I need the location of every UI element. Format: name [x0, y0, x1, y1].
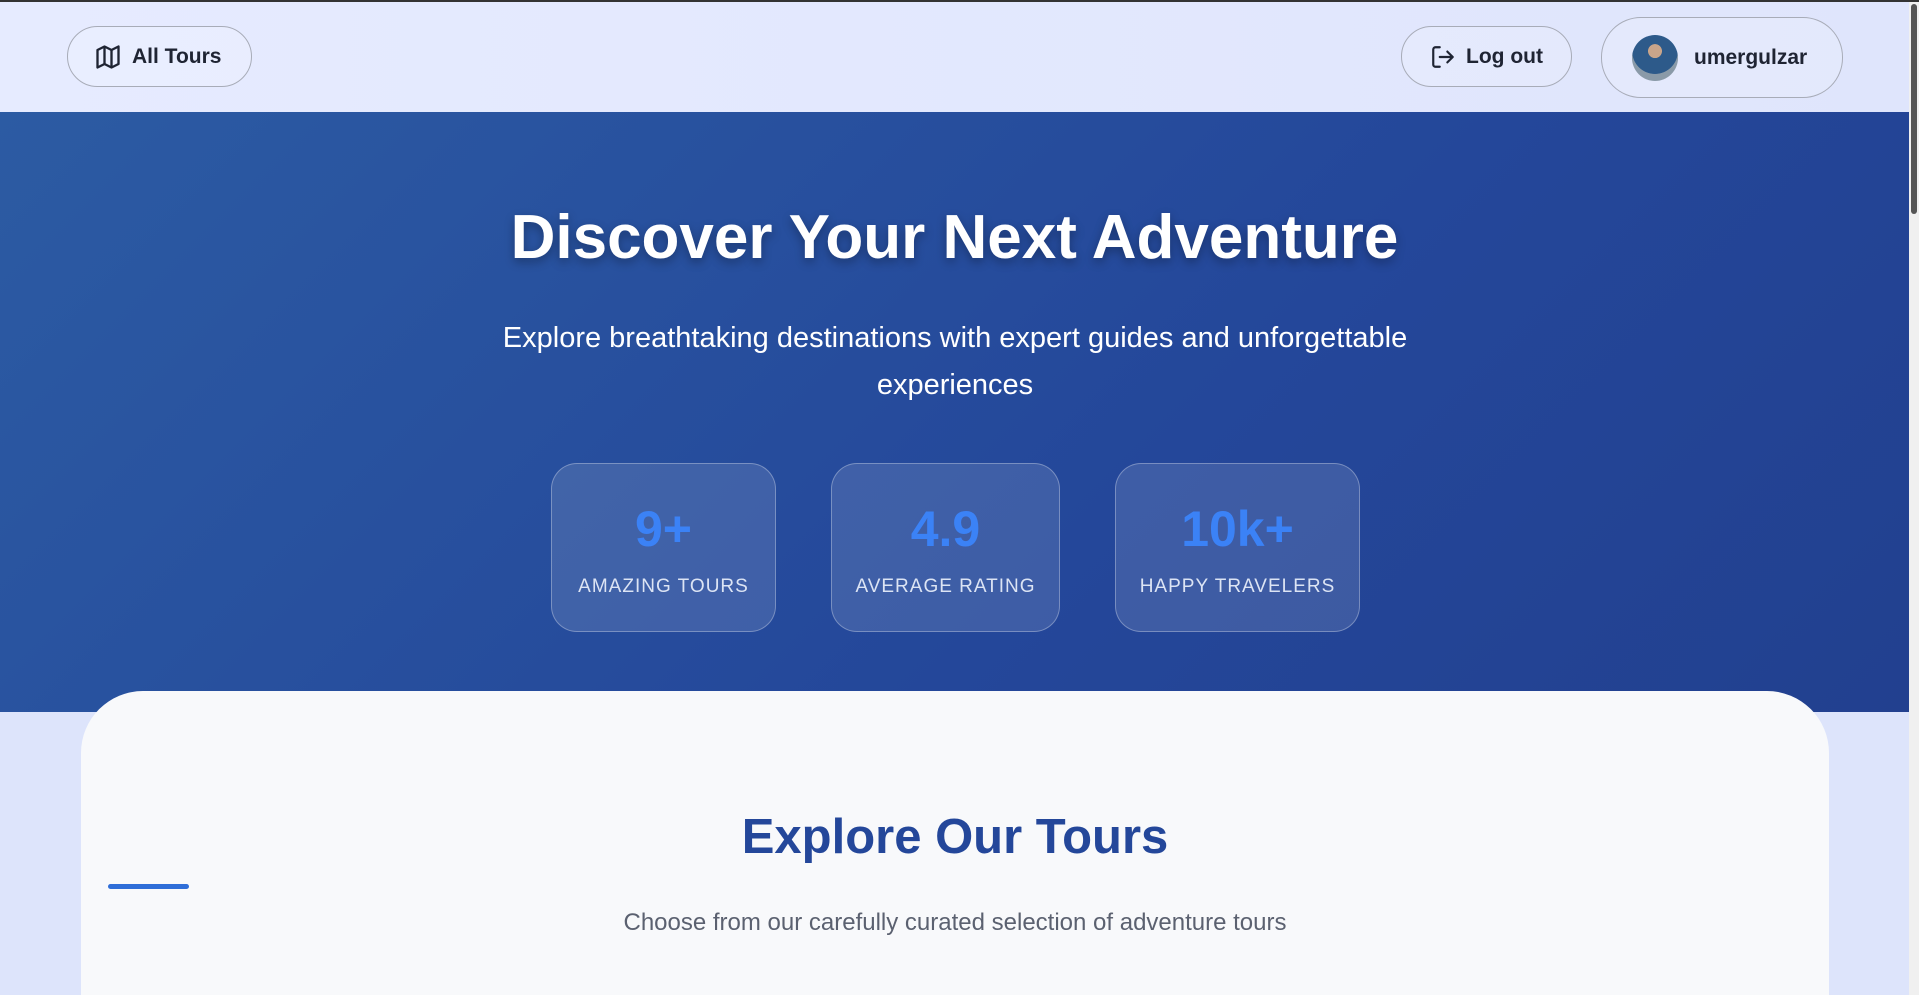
logout-icon: [1432, 45, 1454, 68]
scrollbar-thumb[interactable]: [1911, 4, 1917, 214]
scrollbar[interactable]: [1909, 2, 1919, 995]
map-icon: [96, 44, 120, 69]
username-label: umergulzar: [1694, 45, 1808, 69]
stat-card: 10k+ HAPPY TRAVELERS: [1115, 463, 1360, 632]
all-tours-label: All Tours: [132, 44, 222, 68]
all-tours-button[interactable]: All Tours: [67, 26, 252, 87]
avatar: [1632, 34, 1678, 81]
logout-button[interactable]: Log out: [1401, 26, 1572, 87]
tours-section: Explore Our Tours Choose from our carefu…: [81, 691, 1829, 995]
stat-card: 4.9 AVERAGE RATING: [831, 463, 1060, 632]
logout-label: Log out: [1466, 44, 1543, 68]
stat-card: 9+ AMAZING TOURS: [551, 463, 776, 632]
stat-label: AVERAGE RATING: [855, 576, 1036, 597]
hero-section: Discover Your Next Adventure Explore bre…: [0, 112, 1909, 712]
stat-label: AMAZING TOURS: [578, 576, 749, 597]
profile-button[interactable]: umergulzar: [1601, 17, 1843, 98]
stat-value: 9+: [634, 501, 692, 557]
hero-subtitle: Explore breathtaking destinations with e…: [502, 322, 1408, 401]
accent-divider: [108, 884, 189, 889]
top-nav: All Tours Log out umergulzar: [0, 2, 1909, 112]
stat-value: 4.9: [910, 501, 981, 557]
stat-value: 10k+: [1181, 501, 1294, 557]
section-subtitle: Choose from our carefully curated select…: [623, 909, 1287, 936]
stat-label: HAPPY TRAVELERS: [1139, 576, 1336, 597]
section-title: Explore Our Tours: [741, 810, 1169, 864]
hero-title: Discover Your Next Adventure: [510, 203, 1399, 272]
